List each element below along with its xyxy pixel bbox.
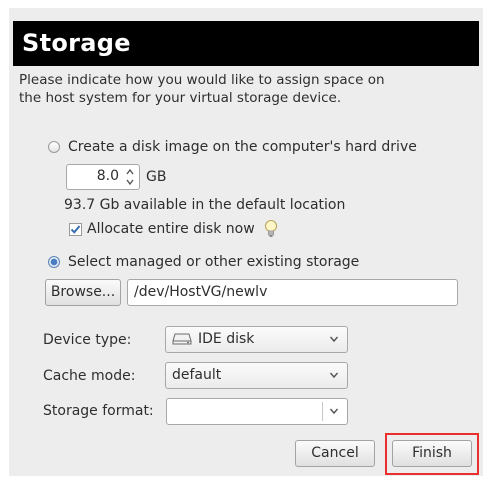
- lightbulb-icon[interactable]: [263, 219, 279, 239]
- existing-storage-radio[interactable]: [48, 256, 60, 268]
- create-disk-radio[interactable]: [48, 141, 60, 153]
- checkmark-icon: [70, 224, 81, 234]
- disk-size-value[interactable]: 8.0: [97, 168, 119, 184]
- cache-mode-value: default: [172, 367, 222, 383]
- allocate-checkbox-row[interactable]: Allocate entire disk now: [69, 219, 279, 239]
- device-type-display: IDE disk: [172, 331, 254, 347]
- finish-button[interactable]: Finish: [392, 440, 472, 467]
- create-disk-label: Create a disk image on the computer's ha…: [68, 139, 417, 155]
- existing-storage-label: Select managed or other existing storage: [68, 254, 360, 270]
- storage-format-combo[interactable]: [166, 398, 348, 425]
- allocate-checkbox[interactable]: [69, 222, 82, 236]
- chevron-down-icon[interactable]: [329, 407, 339, 415]
- cache-mode-select[interactable]: default: [165, 362, 348, 389]
- allocate-label: Allocate entire disk now: [87, 221, 255, 237]
- spin-up-down-icon[interactable]: [125, 167, 135, 187]
- page-title: Storage: [22, 29, 131, 57]
- cache-mode-label: Cache mode:: [43, 368, 136, 384]
- chevron-down-icon[interactable]: [329, 335, 339, 343]
- spin-arrows-icon[interactable]: [125, 167, 135, 187]
- browse-button[interactable]: Browse...: [45, 279, 121, 306]
- title-bar: Storage: [13, 21, 479, 66]
- size-unit-label: GB: [146, 169, 167, 185]
- cancel-button[interactable]: Cancel: [295, 440, 375, 467]
- disk-icon: [172, 333, 192, 345]
- cache-mode-display: default: [172, 367, 221, 383]
- disk-size-spinner[interactable]: 8.0: [66, 164, 140, 190]
- combo-divider: [322, 402, 323, 421]
- create-disk-radio-option[interactable]: Create a disk image on the computer's ha…: [48, 139, 417, 155]
- existing-storage-radio-option[interactable]: Select managed or other existing storage: [48, 254, 359, 270]
- device-type-value: IDE disk: [198, 331, 255, 347]
- storage-dialog: Storage Please indicate how you would li…: [9, 8, 483, 476]
- description-text: Please indicate how you would like to as…: [19, 72, 385, 106]
- device-type-select[interactable]: IDE disk: [165, 326, 348, 353]
- chevron-down-icon[interactable]: [329, 371, 339, 379]
- storage-path-input[interactable]: /dev/HostVG/newlv: [127, 279, 458, 306]
- available-space-text: 93.7 Gb available in the default locatio…: [64, 197, 346, 213]
- storage-format-label: Storage format:: [43, 403, 154, 419]
- device-type-label: Device type:: [43, 332, 132, 348]
